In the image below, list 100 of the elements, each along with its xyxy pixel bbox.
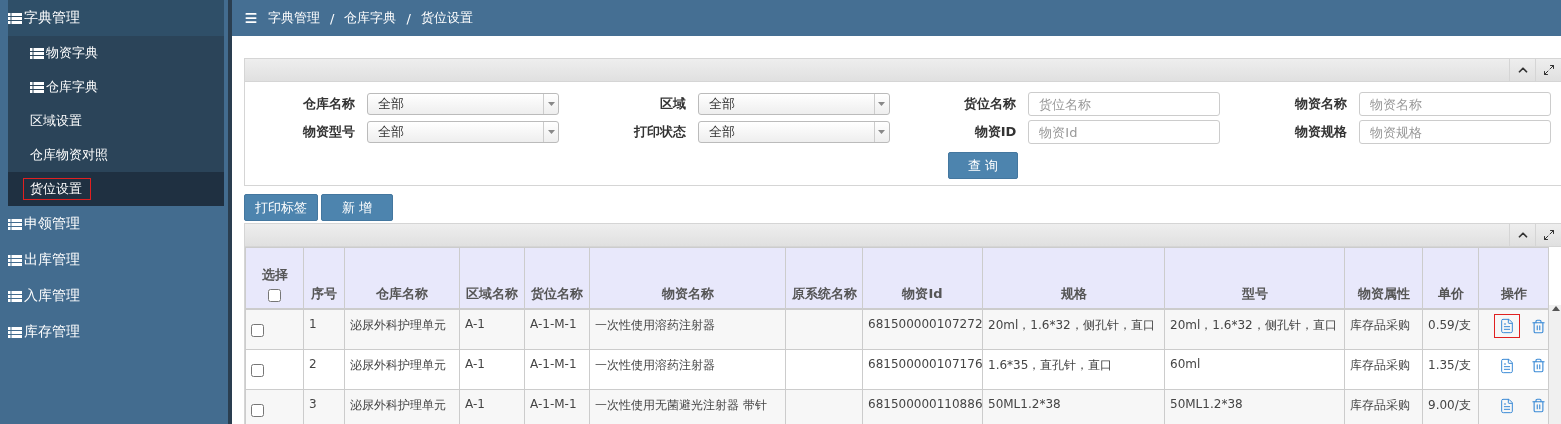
- table-cell: 一次性使用无菌避光注射器 带针: [589, 389, 786, 424]
- table-cell: 50ML1.2*38: [1164, 389, 1345, 424]
- select-all-checkbox[interactable]: [268, 289, 281, 302]
- trash-icon: [1531, 398, 1546, 413]
- trash-icon: [1531, 358, 1546, 373]
- sidebar-group[interactable]: 出库管理: [8, 242, 228, 278]
- input-field[interactable]: 物资名称: [1359, 92, 1551, 116]
- sidebar-item[interactable]: 货位设置: [8, 172, 224, 206]
- table-cell: 50ML1.2*38: [982, 389, 1165, 424]
- caret-icon: [547, 130, 555, 134]
- table-cell: 681500000110886: [862, 389, 983, 424]
- filter-label: 物资ID: [973, 123, 1017, 141]
- list-icon: [8, 290, 22, 302]
- table-cell: 1.6*35，直孔针，直口: [982, 349, 1165, 389]
- toolbar-button[interactable]: 打印标签: [244, 194, 318, 221]
- sidebar-group[interactable]: 申领管理: [8, 206, 228, 242]
- input-field[interactable]: 货位名称: [1028, 92, 1221, 116]
- table-cell: 681500000107176: [862, 349, 983, 389]
- sidebar-group[interactable]: 入库管理: [8, 278, 228, 314]
- caret-icon: [878, 102, 886, 106]
- column-title: 单价: [1437, 285, 1464, 301]
- table-cell: 9.00/支: [1422, 389, 1479, 424]
- list-icon: [30, 47, 44, 59]
- table-cell: 681500000107272: [862, 309, 983, 349]
- sidebar-item[interactable]: 仓库物资对照: [8, 138, 224, 172]
- trash-icon: [1531, 318, 1546, 334]
- table-cell: 泌尿外科护理单元: [344, 309, 460, 349]
- column-title: 规格: [1060, 285, 1087, 301]
- breadcrumb-separator: /: [406, 10, 411, 26]
- table-cell: 库存品采购: [1344, 309, 1423, 349]
- list-icon: [8, 254, 22, 266]
- select-field[interactable]: 全部: [367, 121, 559, 143]
- row-checkbox[interactable]: [251, 324, 264, 337]
- column-title: 区域名称: [466, 285, 518, 301]
- expand-icon: [1542, 64, 1555, 76]
- table-cell: 60ml: [1164, 349, 1345, 389]
- scroll-up-icon[interactable]: [1552, 305, 1560, 311]
- filter-label: 区域: [658, 95, 686, 113]
- toolbar-button[interactable]: 新 增: [321, 194, 393, 221]
- sidebar-group[interactable]: 库存管理: [8, 314, 228, 350]
- select-field[interactable]: 全部: [697, 93, 890, 115]
- query-button[interactable]: 查 询: [948, 152, 1018, 179]
- scrollbar[interactable]: [1549, 305, 1561, 424]
- breadcrumb-separator: /: [330, 10, 335, 26]
- filter-label: 物资规格: [1294, 123, 1347, 141]
- table-cell: A-1-M-1: [524, 389, 590, 424]
- filter-label: 打印状态: [632, 123, 686, 141]
- column-title: 货位名称: [531, 285, 583, 301]
- filter-label: 仓库名称: [302, 95, 355, 113]
- input-field[interactable]: 物资Id: [1028, 120, 1221, 144]
- table-cell: 0.59/支: [1422, 309, 1479, 349]
- menu-icon[interactable]: [244, 11, 258, 25]
- document-icon: [1499, 357, 1515, 374]
- breadcrumb-item[interactable]: 货位设置: [420, 9, 473, 27]
- table-cell: A-1: [459, 389, 525, 424]
- column-title: 仓库名称: [376, 285, 428, 301]
- list-icon: [30, 81, 44, 93]
- list-icon: [8, 218, 22, 230]
- caret-icon: [878, 130, 886, 134]
- sidebar-item[interactable]: 区域设置: [8, 104, 224, 138]
- breadcrumb-item[interactable]: 仓库字典: [344, 9, 397, 27]
- table-cell: 1: [303, 309, 345, 349]
- column-title: 操作: [1500, 285, 1527, 301]
- document-button[interactable]: [1494, 314, 1520, 338]
- sidebar-group[interactable]: 字典管理: [8, 0, 224, 36]
- table-cell: A-1-M-1: [524, 309, 590, 349]
- filter-label: 物资型号: [302, 123, 355, 141]
- column-title: 选择: [261, 266, 288, 283]
- column-title: 原系统名称: [791, 285, 857, 301]
- input-field[interactable]: 物资规格: [1359, 120, 1551, 144]
- table-cell: 泌尿外科护理单元: [344, 349, 460, 389]
- filter-label: 物资名称: [1294, 95, 1347, 113]
- table-cell: 1.35/支: [1422, 349, 1479, 389]
- sidebar-item[interactable]: 物资字典: [8, 36, 224, 70]
- row-checkbox[interactable]: [251, 403, 264, 417]
- select-field[interactable]: 全部: [367, 93, 559, 115]
- table-cell: 库存品采购: [1344, 389, 1423, 424]
- table-cell: 一次性使用溶药注射器: [589, 349, 786, 389]
- filter-label: 货位名称: [963, 95, 1017, 113]
- expand-icon: [1542, 229, 1555, 241]
- list-icon: [8, 326, 22, 338]
- table-cell: 2: [303, 349, 345, 389]
- row-checkbox[interactable]: [251, 363, 264, 377]
- column-title: 物资Id: [902, 285, 943, 301]
- table-cell: A-1: [459, 349, 525, 389]
- table-cell: 一次性使用溶药注射器: [589, 309, 786, 349]
- sidebar-item[interactable]: 仓库字典: [8, 70, 224, 104]
- column-title: 序号: [311, 285, 337, 301]
- table-cell: A-1: [459, 309, 525, 349]
- list-icon: [8, 12, 22, 24]
- breadcrumb-item[interactable]: 字典管理: [268, 9, 320, 27]
- caret-icon: [547, 102, 555, 106]
- column-title: 物资名称: [661, 285, 714, 301]
- table-cell: A-1-M-1: [524, 349, 590, 389]
- table-cell: 20ml，1.6*32，侧孔针，直口: [982, 309, 1165, 349]
- select-field[interactable]: 全部: [697, 121, 890, 143]
- document-icon: [1499, 397, 1515, 414]
- table-cell: 20ml，1.6*32，侧孔针，直口: [1164, 309, 1345, 349]
- document-icon: [1499, 318, 1515, 334]
- column-title: 物资属性: [1357, 285, 1410, 301]
